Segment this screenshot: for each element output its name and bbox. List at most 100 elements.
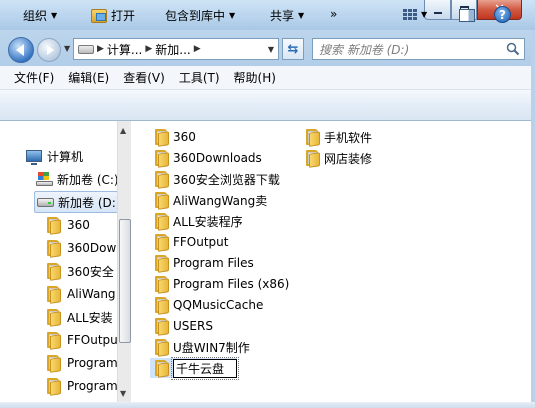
help-icon: ?	[494, 6, 511, 23]
change-view-button[interactable]: ▼	[403, 9, 427, 20]
drive-icon	[78, 44, 94, 54]
tree-item-folder[interactable]: FFOutpu	[46, 329, 117, 351]
folder-icon	[154, 170, 169, 189]
scroll-up-icon[interactable]: ▲	[120, 126, 126, 135]
file-name: 360	[173, 130, 196, 144]
tree-label: 360Dow	[67, 241, 117, 255]
folder-icon	[154, 128, 169, 147]
list-item[interactable]: 360Downloads	[154, 148, 262, 168]
folder-icon	[46, 285, 61, 304]
help-button[interactable]: ?	[494, 6, 511, 23]
file-name: Program Files	[173, 256, 254, 270]
recent-pages-dropdown-icon[interactable]: ▼	[64, 44, 70, 53]
list-item[interactable]: AliWangWang卖	[154, 190, 267, 210]
view-options-icon	[403, 9, 417, 20]
tree-item-folder[interactable]: Program	[46, 352, 117, 374]
organize-button[interactable]: 组织 ▼	[23, 7, 57, 24]
open-button[interactable]: 打开	[91, 7, 135, 24]
navigation-pane: 计算机 新加卷 (C:) 新加卷 (D:) 360 360Dow 360安全 A…	[0, 121, 117, 408]
folder-icon	[46, 262, 61, 281]
minimize-button[interactable]	[424, 0, 451, 20]
tree-item-folder[interactable]: 360安全	[46, 260, 114, 282]
share-button[interactable]: 共享 ▼	[270, 7, 304, 24]
menu-file[interactable]: 文件(F)	[14, 69, 54, 86]
list-item[interactable]: 手机软件	[305, 127, 372, 147]
refresh-button[interactable]: ⇆	[282, 38, 304, 60]
folder-icon	[305, 128, 320, 147]
menu-help[interactable]: 帮助(H)	[234, 69, 276, 86]
file-name: U盘WIN7制作	[173, 340, 250, 355]
address-bar[interactable]: ▶ 计算... ▶ 新加... ▶ ▼	[73, 38, 279, 60]
menu-bar: 文件(F) 编辑(E) 查看(V) 工具(T) 帮助(H)	[0, 66, 535, 90]
address-dropdown-icon[interactable]: ▼	[268, 45, 274, 54]
list-item[interactable]: USERS	[154, 316, 213, 336]
file-name: 360Downloads	[173, 151, 262, 165]
folder-icon	[154, 212, 169, 231]
minimize-icon	[433, 11, 442, 14]
more-commands-button[interactable]: »	[330, 7, 337, 21]
share-label: 共享	[270, 9, 295, 23]
folder-icon	[154, 338, 169, 357]
tree-item-drive-c[interactable]: 新加卷 (C:)	[36, 168, 117, 190]
tree-item-folder[interactable]: 360Dow	[46, 237, 116, 259]
menu-view[interactable]: 查看(V)	[123, 69, 165, 86]
list-item[interactable]: 网店装修	[305, 148, 372, 168]
folder-icon	[46, 308, 61, 327]
details-pane-edge	[0, 402, 535, 408]
tree-item-computer[interactable]: 计算机	[26, 145, 83, 167]
list-item[interactable]: QQMusicCache	[154, 295, 263, 315]
chevron-right-icon[interactable]: ▶	[145, 44, 152, 54]
navigation-scrollbar[interactable]: ▲ ▼	[117, 121, 131, 408]
folder-icon	[154, 191, 169, 210]
chevron-down-icon: ▼	[298, 11, 305, 20]
open-icon	[91, 8, 107, 23]
menu-edit[interactable]: 编辑(E)	[68, 69, 109, 86]
folder-icon	[154, 254, 169, 273]
drive-icon	[37, 197, 54, 207]
folder-icon	[154, 149, 169, 168]
list-item[interactable]: Program Files (x86)	[154, 274, 289, 294]
include-in-library-button[interactable]: 包含到库中 ▼	[165, 7, 235, 24]
list-item-renaming[interactable]: 千牛云盘	[150, 356, 239, 380]
folder-icon	[46, 377, 61, 396]
breadcrumb-drive[interactable]: 新加...	[155, 41, 190, 58]
scroll-down-icon[interactable]: ▼	[120, 389, 126, 398]
file-name: 360安全浏览器下载	[173, 172, 280, 187]
tree-item-folder[interactable]: 360	[46, 214, 90, 236]
breadcrumb-computer[interactable]: 计算...	[107, 41, 142, 58]
tree-item-drive-d[interactable]: 新加卷 (D:)	[34, 191, 117, 213]
back-button[interactable]	[8, 37, 34, 63]
tree-item-folder[interactable]: Program	[46, 375, 117, 397]
list-item[interactable]: 360安全浏览器下载	[154, 169, 280, 189]
file-name: USERS	[173, 319, 213, 333]
folder-icon	[46, 354, 61, 373]
folder-icon	[154, 317, 169, 336]
folder-icon	[154, 296, 169, 315]
list-item[interactable]: 360	[154, 127, 196, 147]
list-item[interactable]: Program Files	[154, 253, 254, 273]
list-item[interactable]: ALL安装程序	[154, 211, 243, 231]
organize-label: 组织	[23, 9, 48, 23]
list-item[interactable]: FFOutput	[154, 232, 229, 252]
tree-label: 新加卷 (D:)	[58, 195, 117, 210]
tree-label: 计算机	[47, 149, 84, 164]
tree-item-folder[interactable]: ALL安装	[46, 306, 113, 328]
menu-tools[interactable]: 工具(T)	[179, 69, 220, 86]
rename-input[interactable]: 千牛云盘	[171, 356, 239, 380]
back-arrow-icon	[16, 44, 24, 56]
scrollbar-thumb[interactable]	[119, 219, 131, 343]
windows-drive-icon	[36, 172, 53, 186]
preview-pane-button[interactable]	[459, 9, 475, 22]
folder-icon	[154, 359, 169, 378]
forward-button[interactable]	[37, 38, 61, 62]
search-icon[interactable]	[506, 42, 520, 56]
tree-label: Program	[67, 379, 117, 393]
tree-item-folder[interactable]: AliWang	[46, 283, 116, 305]
folder-icon	[154, 233, 169, 252]
list-item[interactable]: U盘WIN7制作	[154, 337, 250, 357]
search-input[interactable]: 搜索 新加卷 (D:)	[312, 38, 525, 60]
refresh-icon: ⇆	[287, 41, 299, 57]
chevron-right-icon[interactable]: ▶	[194, 44, 201, 54]
chevron-down-icon: ▼	[229, 11, 236, 20]
chevron-right-icon[interactable]: ▶	[97, 44, 104, 54]
